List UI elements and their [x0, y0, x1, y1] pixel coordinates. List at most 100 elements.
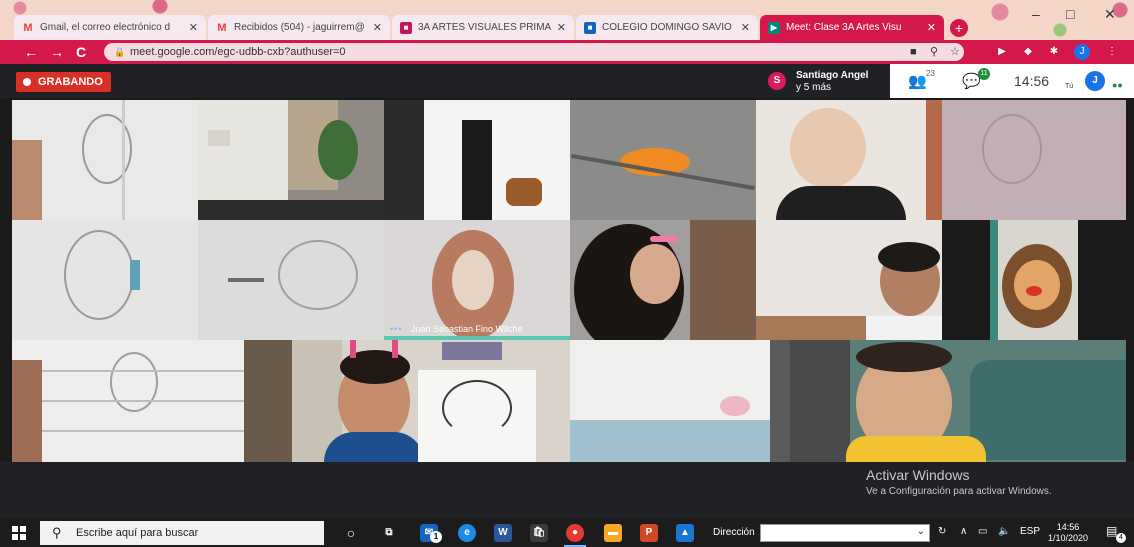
- video-tile[interactable]: [756, 100, 942, 220]
- file-explorer-icon[interactable]: ▬: [604, 524, 622, 542]
- chevron-down-icon[interactable]: ⌄: [917, 526, 925, 537]
- profile-avatar[interactable]: J: [1074, 44, 1090, 60]
- extension-play-icon[interactable]: ▶: [994, 44, 1010, 60]
- extension-arrow-icon[interactable]: ◆: [1020, 44, 1036, 60]
- windows-activation-watermark: Activar Windows Ve a Configuración para …: [866, 467, 1052, 497]
- recording-dot-icon: [23, 78, 31, 86]
- gmail-icon: M: [23, 21, 33, 34]
- video-tile[interactable]: [292, 340, 570, 462]
- task-view-icon[interactable]: ⧉: [380, 524, 398, 542]
- browser-tab-recibidos[interactable]: M Recibidos (504) - jaguirrem@ ✕: [208, 15, 390, 40]
- close-tab-icon[interactable]: ✕: [927, 21, 936, 34]
- clock-date: 1/10/2020: [1048, 533, 1089, 543]
- tab-title: Gmail, el correo electrónico d: [40, 22, 171, 33]
- browser-tab-artes-visuales[interactable]: ■ 3A ARTES VISUALES PRIMARI ✕: [392, 15, 574, 40]
- video-tile[interactable]: ••• Juan Sebastian Fino Wilche: [384, 220, 570, 340]
- address-toolbar-input[interactable]: ⌄: [760, 524, 930, 542]
- new-tab-button[interactable]: +: [950, 19, 968, 37]
- forward-icon[interactable]: →: [50, 43, 64, 61]
- presenter-more: y 5 más: [796, 82, 832, 93]
- close-tab-icon[interactable]: ✕: [557, 21, 566, 34]
- input-language[interactable]: ESP: [1020, 526, 1040, 537]
- presenter-info[interactable]: S Santiago Angel y 5 más: [760, 66, 890, 96]
- chat-count-badge: 11: [978, 68, 990, 80]
- extensions-puzzle-icon[interactable]: ✱: [1046, 44, 1062, 60]
- browser-tab-meet[interactable]: ▶ Meet: Clase 3A Artes Visu ✕: [760, 15, 944, 40]
- meet-top-bar: GRABANDO S Santiago Angel y 5 más 👥 23 💬…: [0, 64, 1134, 98]
- network-icon[interactable]: ▭: [978, 526, 987, 537]
- video-tile[interactable]: [790, 340, 1126, 462]
- meet-side-controls: 👥 23 💬 11 14:56 Tú J ●●: [890, 64, 1134, 98]
- taskbar-clock[interactable]: 14:56 1/10/2020: [1048, 522, 1088, 544]
- speaking-indicator-icon: •••: [390, 324, 403, 334]
- participants-icon[interactable]: 👥: [908, 72, 927, 90]
- close-window-icon[interactable]: ✕: [1104, 6, 1116, 23]
- chrome-icon[interactable]: ●: [566, 524, 584, 542]
- lock-icon: 🔒: [114, 47, 126, 57]
- search-placeholder: Escribe aquí para buscar: [76, 527, 199, 539]
- recording-badge: GRABANDO: [16, 72, 111, 92]
- video-tile[interactable]: [942, 220, 1126, 340]
- video-tile[interactable]: [942, 100, 1126, 220]
- store-icon[interactable]: 🛍: [530, 524, 548, 542]
- url-text: meet.google.com/egc-udbb-cxb?authuser=0: [130, 46, 346, 58]
- minimize-icon[interactable]: –: [1032, 6, 1040, 22]
- tab-title: Recibidos (504) - jaguirrem@: [234, 22, 365, 33]
- video-tile[interactable]: [570, 220, 756, 340]
- self-label: Tú: [1065, 83, 1074, 90]
- video-tile[interactable]: [570, 100, 756, 220]
- browser-tab-strip: M Gmail, el correo electrónico d ✕ M Rec…: [0, 0, 1134, 40]
- video-tile[interactable]: [12, 100, 198, 220]
- meet-icon: ▶: [768, 21, 780, 34]
- tab-title: COLEGIO DOMINGO SAVIO B: [602, 22, 735, 33]
- back-icon[interactable]: ←: [24, 43, 38, 61]
- close-tab-icon[interactable]: ✕: [189, 21, 198, 34]
- browser-tab-gmail[interactable]: M Gmail, el correo electrónico d ✕: [14, 15, 206, 40]
- tray-expand-icon[interactable]: ∧: [960, 526, 967, 537]
- close-tab-icon[interactable]: ✕: [373, 21, 382, 34]
- video-tile[interactable]: [756, 220, 942, 340]
- refresh-icon[interactable]: ↻: [938, 526, 946, 537]
- classroom-icon: ■: [400, 21, 412, 34]
- reload-icon[interactable]: C: [76, 43, 86, 61]
- video-tile[interactable]: [384, 100, 570, 220]
- word-icon[interactable]: W: [494, 524, 512, 542]
- windows-taskbar: ⚲ Escribe aquí para buscar ○ ⧉ ✉ 1 e W 🛍…: [0, 519, 1134, 547]
- photos-icon[interactable]: ▲: [676, 524, 694, 542]
- gmail-icon: M: [217, 21, 227, 34]
- bookmark-star-icon[interactable]: ☆: [950, 43, 960, 61]
- browser-menu-icon[interactable]: ⋮: [1104, 44, 1120, 60]
- classroom-icon: ■: [584, 21, 596, 34]
- notification-count: 4: [1116, 533, 1126, 543]
- powerpoint-icon[interactable]: P: [640, 524, 658, 542]
- volume-icon[interactable]: 🔈: [998, 526, 1010, 537]
- tab-title: Meet: Clase 3A Artes Visu: [786, 22, 902, 33]
- zoom-icon[interactable]: ⚲: [930, 43, 938, 61]
- video-tile[interactable]: [198, 100, 384, 220]
- edge-browser-icon[interactable]: e: [458, 524, 476, 542]
- maximize-icon[interactable]: □: [1066, 6, 1074, 22]
- video-grid: ••• Juan Sebastian Fino Wilche: [12, 100, 1126, 462]
- action-center-icon[interactable]: ▤ 4: [1106, 524, 1126, 543]
- taskbar-search-box[interactable]: ⚲ Escribe aquí para buscar: [40, 521, 324, 545]
- address-bar[interactable]: 🔒 meet.google.com/egc-udbb-cxb?authuser=…: [104, 43, 964, 61]
- browser-toolbar: ← → C 🔒 meet.google.com/egc-udbb-cxb?aut…: [0, 40, 1134, 64]
- self-avatar[interactable]: J: [1085, 71, 1105, 91]
- address-toolbar-label: Dirección: [713, 527, 755, 538]
- video-tile[interactable]: [570, 340, 790, 462]
- clock-time: 14:56: [1056, 522, 1080, 532]
- browser-tab-colegio[interactable]: ■ COLEGIO DOMINGO SAVIO B ✕: [576, 15, 758, 40]
- tab-title: 3A ARTES VISUALES PRIMARI: [418, 22, 551, 33]
- cortana-icon[interactable]: ○: [342, 524, 360, 542]
- mail-badge: 1: [430, 531, 442, 543]
- video-tile[interactable]: [12, 340, 292, 462]
- video-tile[interactable]: [198, 220, 384, 340]
- participants-count: 23: [926, 69, 935, 78]
- search-icon: ⚲: [52, 525, 62, 540]
- presenter-avatar: S: [768, 72, 786, 90]
- camera-icon[interactable]: ■: [910, 43, 917, 61]
- video-tile[interactable]: [12, 220, 198, 340]
- windows-start-icon[interactable]: [12, 526, 26, 540]
- close-tab-icon[interactable]: ✕: [741, 21, 750, 34]
- participant-name-text: Juan Sebastian Fino Wilche: [410, 324, 523, 334]
